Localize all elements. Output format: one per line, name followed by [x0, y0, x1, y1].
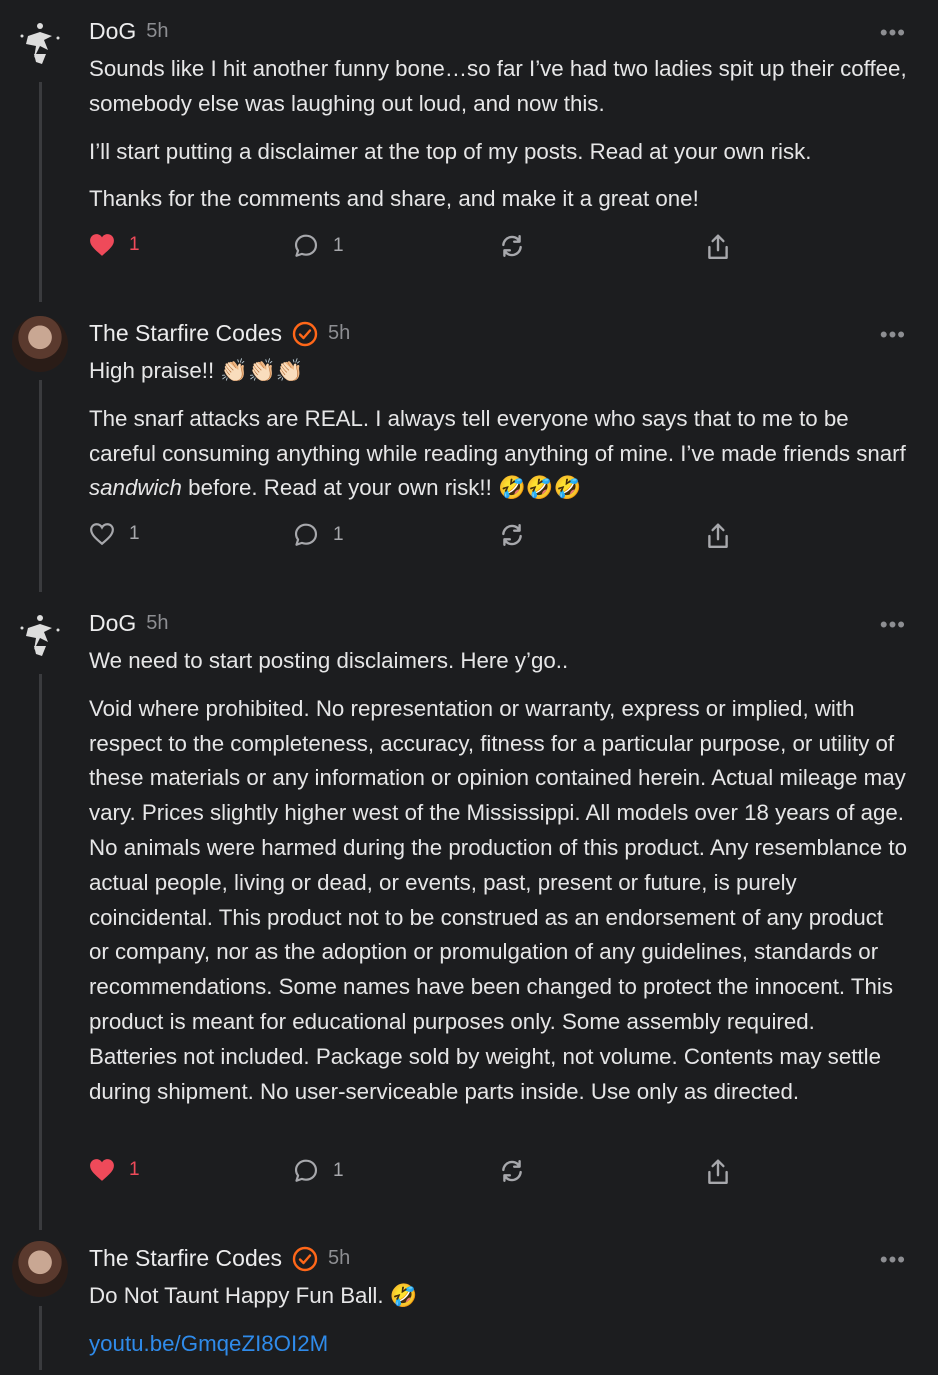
avatar[interactable]: [12, 1241, 68, 1297]
author-name[interactable]: DoG: [89, 610, 136, 637]
heart-icon: [90, 523, 114, 546]
comment-text: Thanks for the comments and share, and m…: [89, 186, 699, 212]
dog-logo-icon: [20, 615, 60, 656]
share-icon: [708, 1159, 728, 1184]
more-options-button[interactable]: •••: [880, 322, 906, 348]
comment-text: Void where prohibited. No representation…: [89, 695, 907, 1104]
comment-text: High praise!! 👏🏻👏🏻👏🏻: [89, 358, 304, 383]
thread-line: [39, 82, 42, 302]
comment-text: Sounds like I hit another funny bone…so …: [89, 56, 907, 116]
timestamp[interactable]: 5h: [146, 612, 168, 635]
restack-icon: [502, 235, 522, 257]
verified-badge-icon: [292, 321, 318, 347]
comment-button[interactable]: 1: [293, 522, 344, 548]
restack-button[interactable]: [499, 1158, 525, 1184]
author-name[interactable]: The Starfire Codes: [89, 1245, 282, 1272]
comment-button[interactable]: 1: [293, 1158, 344, 1184]
timestamp[interactable]: 5h: [328, 1247, 350, 1270]
verified-badge-icon: [292, 1246, 318, 1272]
youtube-link[interactable]: youtu.be/GmqeZI8OI2M: [89, 1331, 328, 1356]
comment-button[interactable]: 1: [293, 233, 344, 259]
more-options-button[interactable]: •••: [880, 1247, 906, 1273]
thread-line: [39, 1306, 42, 1370]
timestamp[interactable]: 5h: [328, 322, 350, 345]
restack-icon: [502, 524, 522, 546]
dog-logo-icon: [20, 23, 60, 64]
share-button[interactable]: [705, 233, 731, 261]
author-name[interactable]: The Starfire Codes: [89, 320, 282, 347]
restack-button[interactable]: [499, 233, 525, 259]
like-button[interactable]: 1: [89, 522, 140, 546]
thread-line: [39, 674, 42, 1230]
heart-filled-icon: [90, 234, 114, 256]
heart-filled-icon: [90, 1159, 114, 1181]
restack-icon: [502, 1160, 522, 1182]
comment-icon: [294, 523, 318, 546]
comment-icon: [294, 1159, 318, 1182]
comment-text: Do Not Taunt Happy Fun Ball. 🤣: [89, 1283, 418, 1308]
comment-text: I’ll start putting a disclaimer at the t…: [89, 138, 812, 164]
more-options-button[interactable]: •••: [880, 20, 906, 46]
timestamp[interactable]: 5h: [146, 20, 168, 43]
share-icon: [708, 234, 728, 259]
share-button[interactable]: [705, 522, 731, 550]
share-button[interactable]: [705, 1158, 731, 1186]
comment-text: We need to start posting disclaimers. He…: [89, 648, 569, 673]
more-options-button[interactable]: •••: [880, 612, 906, 638]
author-name[interactable]: DoG: [89, 18, 136, 45]
like-count: 1: [129, 523, 140, 544]
comment-icon: [294, 234, 318, 257]
comment-count: 1: [333, 235, 344, 256]
comment-count: 1: [333, 1160, 344, 1181]
like-button[interactable]: 1: [89, 1158, 140, 1182]
share-icon: [708, 523, 728, 548]
restack-button[interactable]: [499, 522, 525, 548]
like-button[interactable]: 1: [89, 233, 140, 257]
avatar[interactable]: [12, 606, 68, 662]
avatar[interactable]: [12, 14, 68, 70]
like-count: 1: [129, 234, 140, 255]
thread-line: [39, 380, 42, 592]
avatar[interactable]: [12, 316, 68, 372]
comment-count: 1: [333, 524, 344, 545]
like-count: 1: [129, 1159, 140, 1180]
comment-text: The snarf attacks are REAL. I always tel…: [89, 405, 906, 501]
